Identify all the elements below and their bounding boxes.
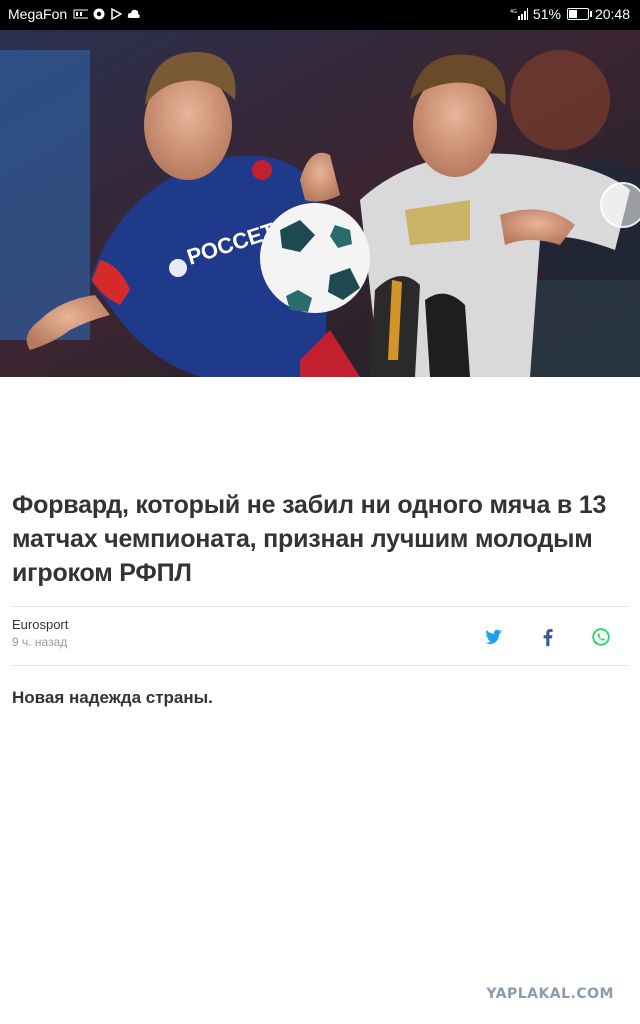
hero-illustration: РОССЕТИ [0,30,640,377]
status-bar-left: MegaFon [8,6,141,22]
play-store-icon [111,8,123,20]
status-bar: MegaFon 4G 51% 20:48 [0,0,640,30]
volte-icon [73,9,89,19]
divider [12,665,628,666]
soccer-ball [260,203,370,313]
signal-icon: 4G [510,8,528,20]
vpn-icon [93,8,105,20]
cloud-icon [127,9,140,18]
facebook-icon[interactable] [537,626,559,648]
divider [12,606,628,607]
watermark: YAPLAKAL.COM [486,986,614,1002]
article-source[interactable]: Eurosport [12,617,68,632]
carrier-name: MegaFon [8,6,68,22]
twitter-icon[interactable] [482,626,504,648]
status-bar-right: 4G 51% 20:48 [509,6,630,22]
battery-icon [566,8,592,20]
battery-percent: 51% [532,6,561,22]
svg-text:4G: 4G [510,9,517,15]
article-lead: Новая надежда страны. [12,688,213,707]
stadium-banner [0,50,90,340]
battery-fill [568,10,577,18]
article-headline: Форвард, который не забил ни одного мяча… [12,491,607,587]
image-scroll-handle[interactable] [600,182,640,228]
article-time: 9 ч. назад [12,635,68,649]
clock: 20:48 [594,6,630,22]
hero-photo: РОССЕТИ [0,30,640,377]
whatsapp-icon[interactable] [590,626,612,648]
